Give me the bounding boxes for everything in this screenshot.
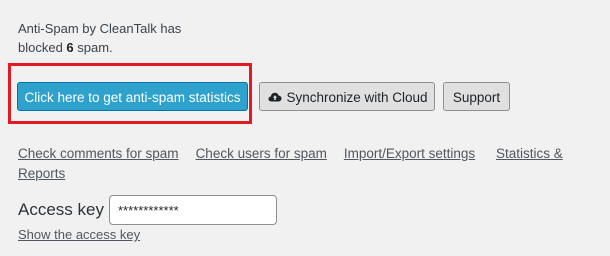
- blocked-count: 6: [66, 40, 74, 55]
- check-users-link[interactable]: Check users for spam: [196, 146, 327, 161]
- get-statistics-button[interactable]: Click here to get anti-spam statistics: [17, 82, 248, 111]
- support-button[interactable]: Support: [443, 82, 510, 111]
- access-key-label: Access key: [18, 200, 104, 219]
- action-links: Check comments for spam Check users for s…: [18, 144, 598, 184]
- show-access-key-link[interactable]: Show the access key: [18, 225, 140, 245]
- sync-button-label: Synchronize with Cloud: [286, 90, 428, 105]
- synchronize-with-cloud-button[interactable]: Synchronize with Cloud: [259, 82, 435, 111]
- import-export-link[interactable]: Import/Export settings: [344, 146, 475, 161]
- cloud-upload-icon: [268, 92, 282, 102]
- spam-summary-text: Anti-Spam by CleanTalk has blocked 6 spa…: [18, 19, 208, 57]
- access-key-input[interactable]: [109, 195, 277, 225]
- summary-suffix: spam.: [73, 40, 113, 55]
- check-comments-link[interactable]: Check comments for spam: [18, 146, 179, 161]
